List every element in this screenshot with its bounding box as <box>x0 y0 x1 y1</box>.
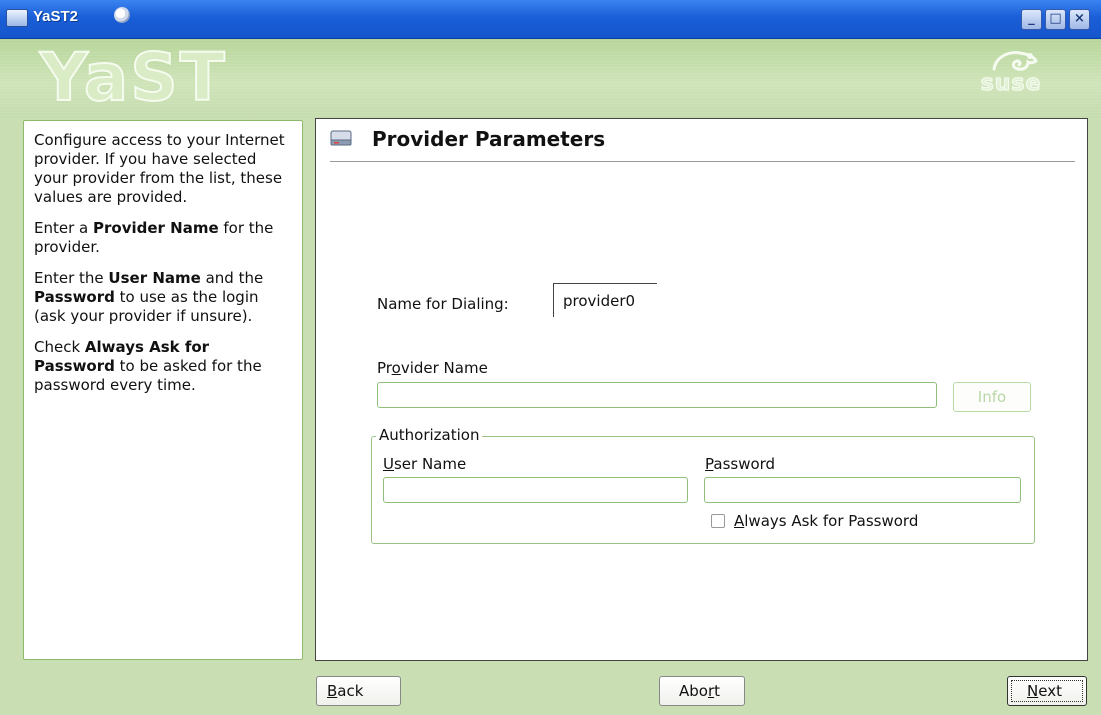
mnemonic: o <box>391 359 401 377</box>
password-label: Password <box>705 455 775 473</box>
password-input[interactable] <box>704 477 1021 503</box>
help-text: and the <box>200 269 264 287</box>
help-panel: Configure access to your Internet provid… <box>23 120 303 660</box>
app-icon <box>6 9 28 27</box>
focus-ring <box>1011 680 1083 702</box>
window-title: YaST2 <box>33 8 79 25</box>
label-part: vider Name <box>400 359 488 377</box>
authorization-title: Authorization <box>376 426 483 444</box>
label-part: Pr <box>377 359 392 377</box>
label-part: lways Ask for Password <box>744 512 919 530</box>
help-bold: Password <box>34 288 115 306</box>
suse-logo: suse <box>966 45 1066 107</box>
yast-logo: YaST <box>39 39 227 116</box>
help-text: Enter the <box>34 269 109 287</box>
suse-wordmark: suse <box>980 71 1042 97</box>
mnemonic: B <box>327 682 338 700</box>
help-paragraph-2: Enter a Provider Name for the provider. <box>34 219 292 257</box>
minimize-button[interactable]: _ <box>1021 9 1042 30</box>
help-text: Configure access to your Internet provid… <box>34 131 285 206</box>
help-paragraph-4: Check Always Ask for Password to be aske… <box>34 338 292 395</box>
help-bold: User Name <box>108 269 201 287</box>
user-name-input[interactable] <box>383 477 688 503</box>
user-name-label: User Name <box>383 455 466 473</box>
swirl-icon <box>114 7 130 23</box>
window-titlebar: YaST2 _ □ × <box>0 0 1101 39</box>
provider-name-label: Provider Name <box>377 359 488 377</box>
always-ask-label[interactable]: Always Ask for Password <box>734 512 918 530</box>
close-button[interactable]: × <box>1069 9 1090 30</box>
drive-icon <box>330 130 352 146</box>
label-part: assword <box>713 455 776 473</box>
help-paragraph-3: Enter the User Name and the Password to … <box>34 269 292 326</box>
abort-button[interactable]: Abort <box>659 676 745 706</box>
dialing-name-value: provider0 <box>553 283 657 317</box>
header-banner: YaST <box>0 39 1101 119</box>
info-button[interactable]: Info <box>953 382 1031 412</box>
maximize-button[interactable]: □ <box>1045 9 1066 30</box>
authorization-group: Authorization User Name Password Always … <box>371 426 1035 544</box>
page-title: Provider Parameters <box>372 127 606 151</box>
button-label: Abo <box>679 682 708 700</box>
mnemonic: U <box>383 455 394 473</box>
button-label: ack <box>337 682 364 700</box>
back-button[interactable]: Back <box>316 676 401 706</box>
title-separator <box>330 161 1075 162</box>
help-text: Enter a <box>34 219 93 237</box>
provider-name-input[interactable] <box>377 382 937 408</box>
label-part: ser Name <box>393 455 467 473</box>
mnemonic: A <box>734 512 745 530</box>
button-label: t <box>714 682 721 700</box>
help-paragraph-1: Configure access to your Internet provid… <box>34 131 292 207</box>
next-button[interactable]: Next <box>1007 676 1087 706</box>
help-text: Check <box>34 338 85 356</box>
always-ask-checkbox[interactable] <box>711 514 725 528</box>
dialing-name-label: Name for Dialing: <box>377 295 509 313</box>
help-bold: Provider Name <box>93 219 219 237</box>
main-panel: Provider Parameters Name for Dialing: pr… <box>315 118 1088 661</box>
